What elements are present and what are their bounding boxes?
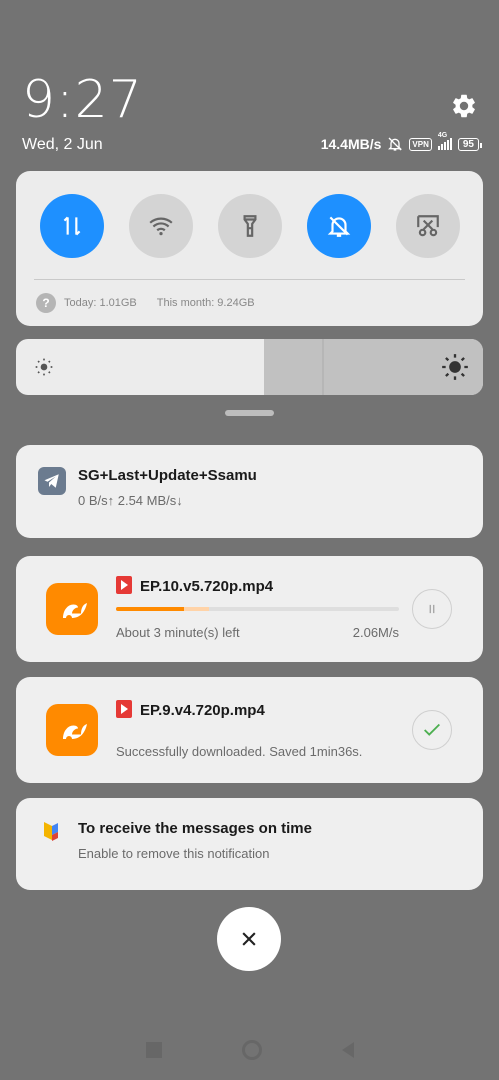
pause-button[interactable] bbox=[412, 589, 452, 629]
telegram-icon bbox=[38, 467, 66, 495]
clear-notifications-button[interactable] bbox=[217, 907, 281, 971]
mute-bell-icon bbox=[327, 216, 351, 237]
clock-time: 9:27 bbox=[22, 70, 143, 130]
notification-download-complete[interactable]: EP.9.v4.720p.mp4 Successfully downloaded… bbox=[16, 677, 483, 783]
uc-browser-icon bbox=[46, 583, 98, 635]
check-icon bbox=[424, 723, 440, 736]
download-speed: 2.06M/s bbox=[352, 625, 399, 640]
notification-download-active[interactable]: EP.10.v5.720p.mp4 About 3 minute(s) left… bbox=[16, 556, 483, 662]
video-file-icon bbox=[116, 576, 132, 594]
open-file-button[interactable] bbox=[412, 710, 452, 750]
screenshot-icon bbox=[417, 215, 439, 237]
home-icon[interactable] bbox=[241, 1040, 262, 1060]
brightness-slider[interactable] bbox=[16, 339, 483, 395]
screenshot-toggle[interactable] bbox=[396, 194, 460, 258]
uc-browser-icon bbox=[46, 704, 98, 756]
download-filename-row: EP.9.v4.720p.mp4 bbox=[116, 700, 265, 719]
data-today: Today: 1.01GB bbox=[64, 297, 137, 309]
quick-settings-panel: ? Today: 1.01GB This month: 9.24GB bbox=[16, 171, 483, 326]
mute-bell-icon bbox=[388, 137, 403, 151]
vpn-badge: VPN bbox=[409, 137, 432, 151]
download-filename: EP.9.v4.720p.mp4 bbox=[140, 702, 265, 719]
download-progress-fill bbox=[116, 607, 184, 611]
flashlight-icon bbox=[243, 215, 257, 237]
notification-subtitle: 0 B/s↑ 2.54 MB/s↓ bbox=[78, 493, 183, 508]
mute-toggle[interactable] bbox=[307, 194, 371, 258]
promo-subtitle: Enable to remove this notification bbox=[78, 846, 270, 861]
navigation-bar bbox=[0, 1020, 499, 1080]
status-icons: 14.4MB/s VPN 4G 95 bbox=[320, 132, 483, 152]
download-time-left: About 3 minute(s) left bbox=[116, 625, 240, 640]
divider bbox=[34, 279, 465, 280]
wifi-icon bbox=[149, 217, 173, 236]
signal-type: 4G bbox=[437, 132, 448, 139]
download-filename-row: EP.10.v5.720p.mp4 bbox=[116, 576, 273, 595]
close-icon bbox=[242, 932, 256, 946]
notification-title: SG+Last+Update+Ssamu bbox=[78, 467, 257, 484]
battery-indicator: 95 bbox=[457, 137, 483, 151]
download-status: Successfully downloaded. Saved 1min36s. bbox=[116, 744, 363, 759]
wifi-toggle[interactable] bbox=[129, 194, 193, 258]
pause-icon bbox=[429, 604, 435, 614]
brightness-low-icon bbox=[35, 358, 53, 376]
brightness-high-icon bbox=[442, 354, 468, 380]
mobile-data-toggle[interactable] bbox=[40, 194, 104, 258]
video-file-icon bbox=[116, 700, 132, 718]
recents-icon[interactable] bbox=[145, 1042, 162, 1058]
panel-drag-handle[interactable] bbox=[225, 410, 274, 416]
flashlight-toggle[interactable] bbox=[218, 194, 282, 258]
download-filename: EP.10.v5.720p.mp4 bbox=[140, 578, 274, 595]
notification-telegram[interactable]: SG+Last+Update+Ssamu 0 B/s↑ 2.54 MB/s↓ bbox=[16, 445, 483, 538]
clock: 9:27 bbox=[22, 70, 143, 130]
signal-icon: 4G bbox=[437, 132, 452, 150]
help-icon: ? bbox=[36, 293, 56, 313]
data-month: This month: 9.24GB bbox=[156, 297, 255, 309]
gear-icon[interactable] bbox=[450, 92, 478, 120]
network-speed: 14.4MB/s bbox=[320, 136, 382, 152]
data-usage-row[interactable]: ? Today: 1.01GB This month: 9.24GB bbox=[36, 293, 255, 313]
back-icon[interactable] bbox=[341, 1042, 354, 1058]
quick-settings-tiles bbox=[40, 194, 460, 258]
promo-title: To receive the messages on time bbox=[78, 820, 312, 837]
download-progress bbox=[116, 607, 399, 611]
date-label: Wed, 2 Jun bbox=[22, 136, 103, 153]
notification-promo[interactable]: To receive the messages on time Enable t… bbox=[16, 798, 483, 890]
app-logo-icon bbox=[44, 822, 58, 841]
mobile-data-icon bbox=[63, 216, 81, 236]
